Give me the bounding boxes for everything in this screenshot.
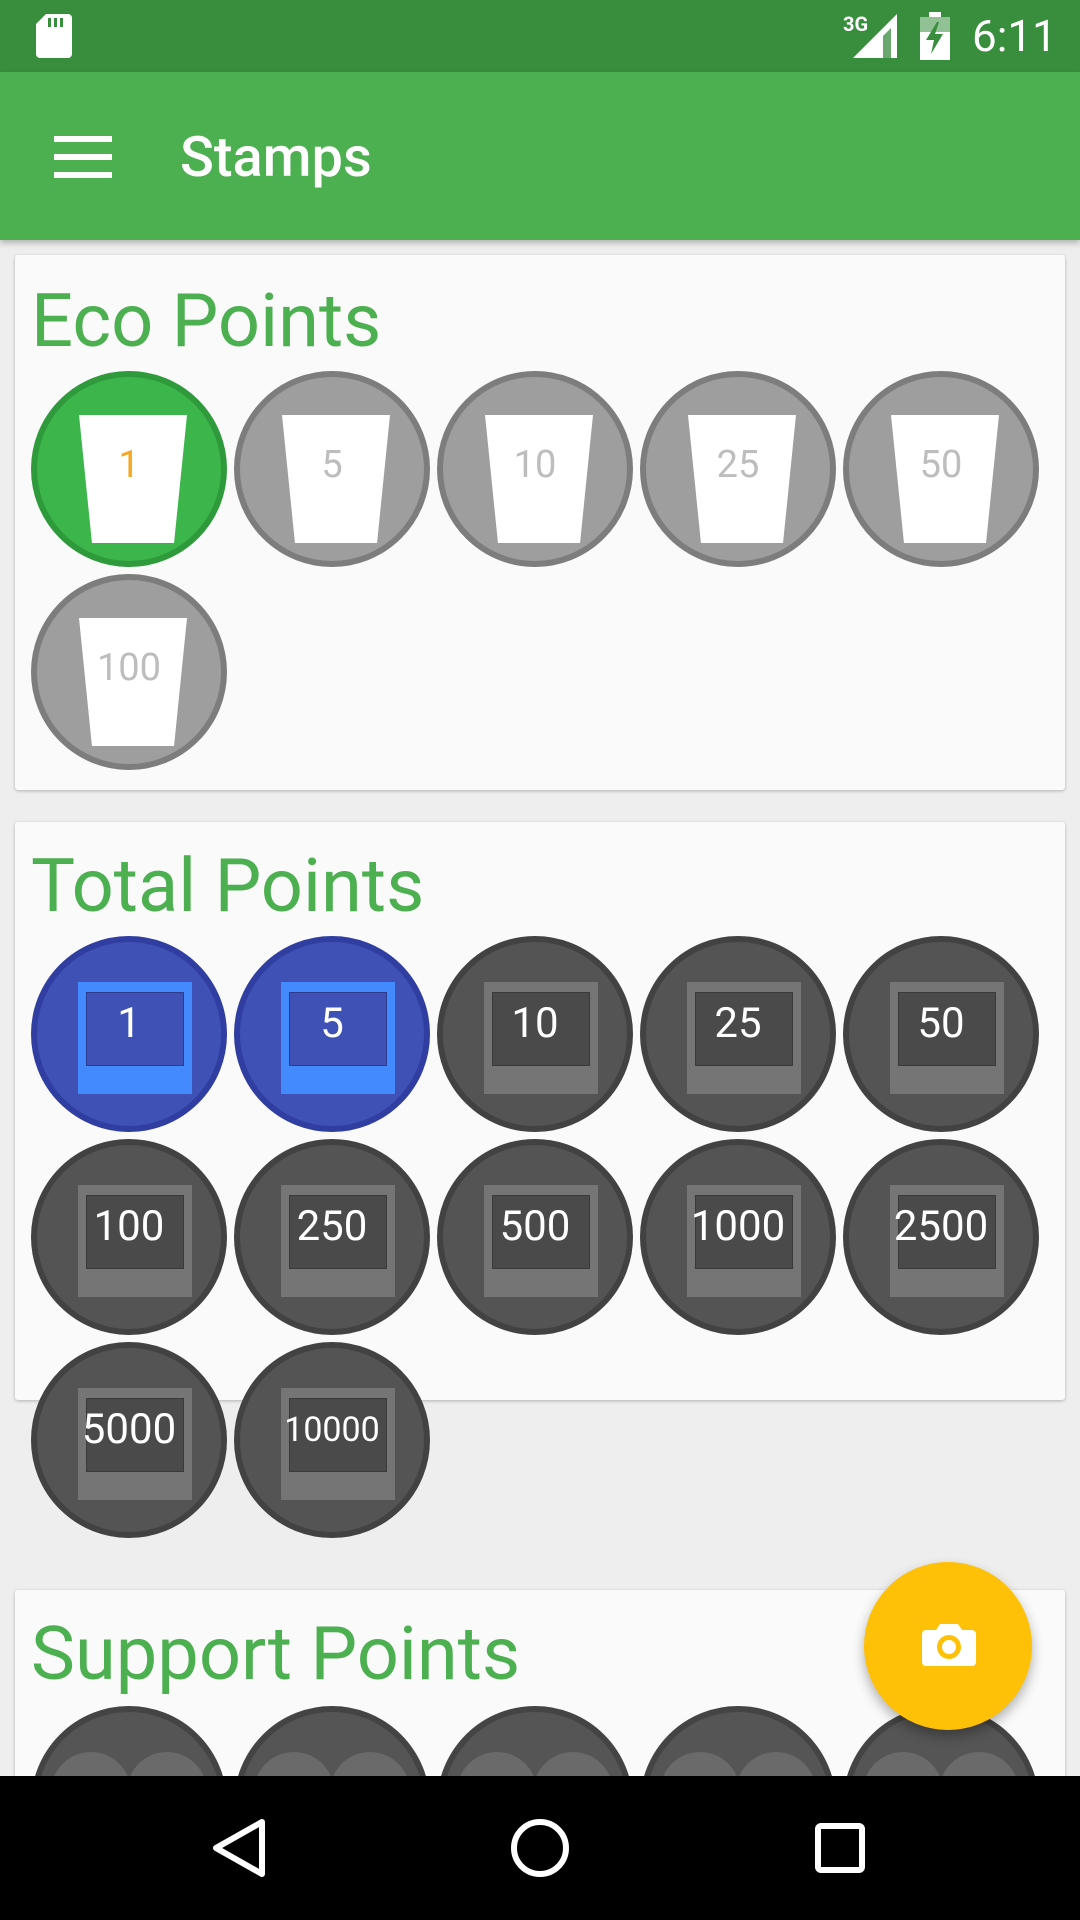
camera-fab[interactable] (864, 1562, 1032, 1730)
stamps-list[interactable]: Eco Points 1 5 10 25 50 100 Total Points (0, 240, 1080, 1776)
total-stamp[interactable]: 100 (31, 1139, 227, 1335)
total-stamp[interactable]: 250 (234, 1139, 430, 1335)
sd-card-icon (36, 14, 72, 58)
total-points-title: Total Points (31, 843, 425, 930)
menu-icon[interactable] (54, 136, 112, 178)
home-icon[interactable] (508, 1816, 572, 1880)
recents-icon[interactable] (808, 1816, 872, 1880)
battery-charging-icon (920, 12, 950, 60)
total-stamp[interactable]: 1000 (640, 1139, 836, 1335)
eco-stamp[interactable]: 50 (843, 371, 1039, 567)
support-stamp[interactable] (31, 1706, 227, 1776)
clock: 6:11 (972, 10, 1057, 62)
eco-stamp[interactable]: 5 (234, 371, 430, 567)
total-stamp[interactable]: 10 (437, 936, 633, 1132)
total-stamp[interactable]: 2500 (843, 1139, 1039, 1335)
signal-icon (853, 14, 897, 58)
support-stamp[interactable] (437, 1706, 633, 1776)
page-title: Stamps (180, 124, 372, 190)
eco-stamp[interactable]: 10 (437, 371, 633, 567)
status-bar: 3G 6:11 (0, 0, 1080, 72)
app-bar: Stamps (0, 72, 1080, 240)
back-icon[interactable] (208, 1816, 272, 1880)
eco-stamp[interactable]: 100 (31, 574, 227, 770)
total-stamp[interactable]: 10000 (234, 1342, 430, 1538)
eco-stamp[interactable]: 1 (31, 371, 227, 567)
total-stamp[interactable]: 25 (640, 936, 836, 1132)
total-stamp[interactable]: 500 (437, 1139, 633, 1335)
total-points-card: Total Points 1 5 10 25 50 100 250 500 10… (15, 822, 1065, 1538)
navigation-bar (0, 1776, 1080, 1920)
support-points-title: Support Points (31, 1611, 521, 1698)
eco-points-card: Eco Points 1 5 10 25 50 100 (15, 255, 1065, 790)
support-stamp[interactable] (234, 1706, 430, 1776)
total-stamp[interactable]: 5000 (31, 1342, 227, 1538)
total-stamp[interactable]: 5 (234, 936, 430, 1132)
eco-points-title: Eco Points (31, 278, 382, 365)
total-stamp[interactable]: 50 (843, 936, 1039, 1132)
total-stamp[interactable]: 1 (31, 936, 227, 1132)
eco-stamp[interactable]: 25 (640, 371, 836, 567)
camera-icon (922, 1624, 976, 1666)
support-stamp[interactable] (640, 1706, 836, 1776)
